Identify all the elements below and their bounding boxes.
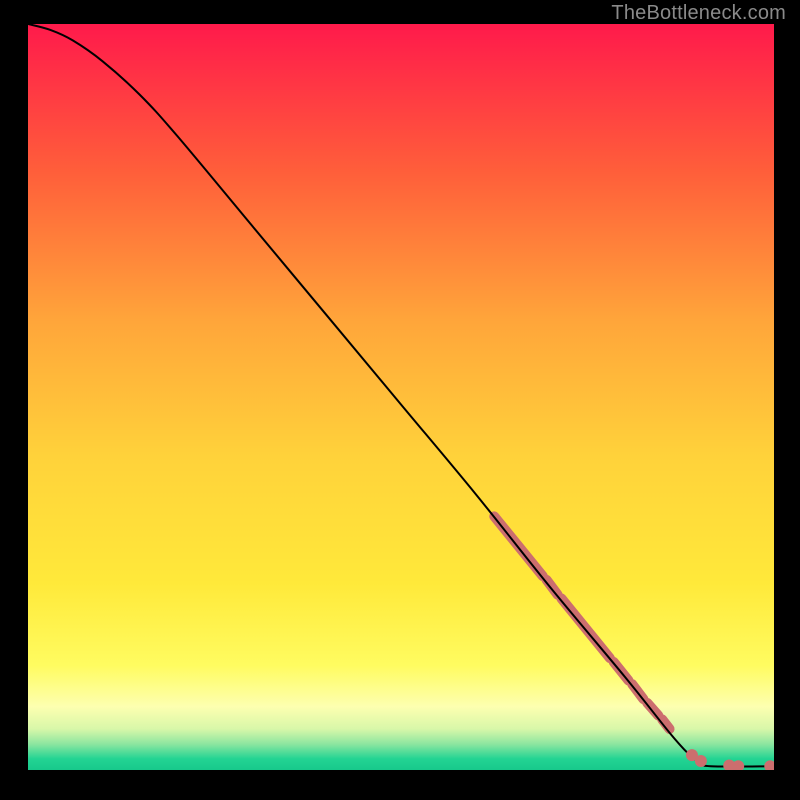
attribution-label: TheBottleneck.com bbox=[611, 2, 786, 25]
gradient-background bbox=[28, 24, 774, 770]
highlight-dot bbox=[695, 755, 707, 767]
chart-canvas bbox=[28, 24, 774, 770]
chart-root: TheBottleneck.com bbox=[0, 0, 800, 800]
